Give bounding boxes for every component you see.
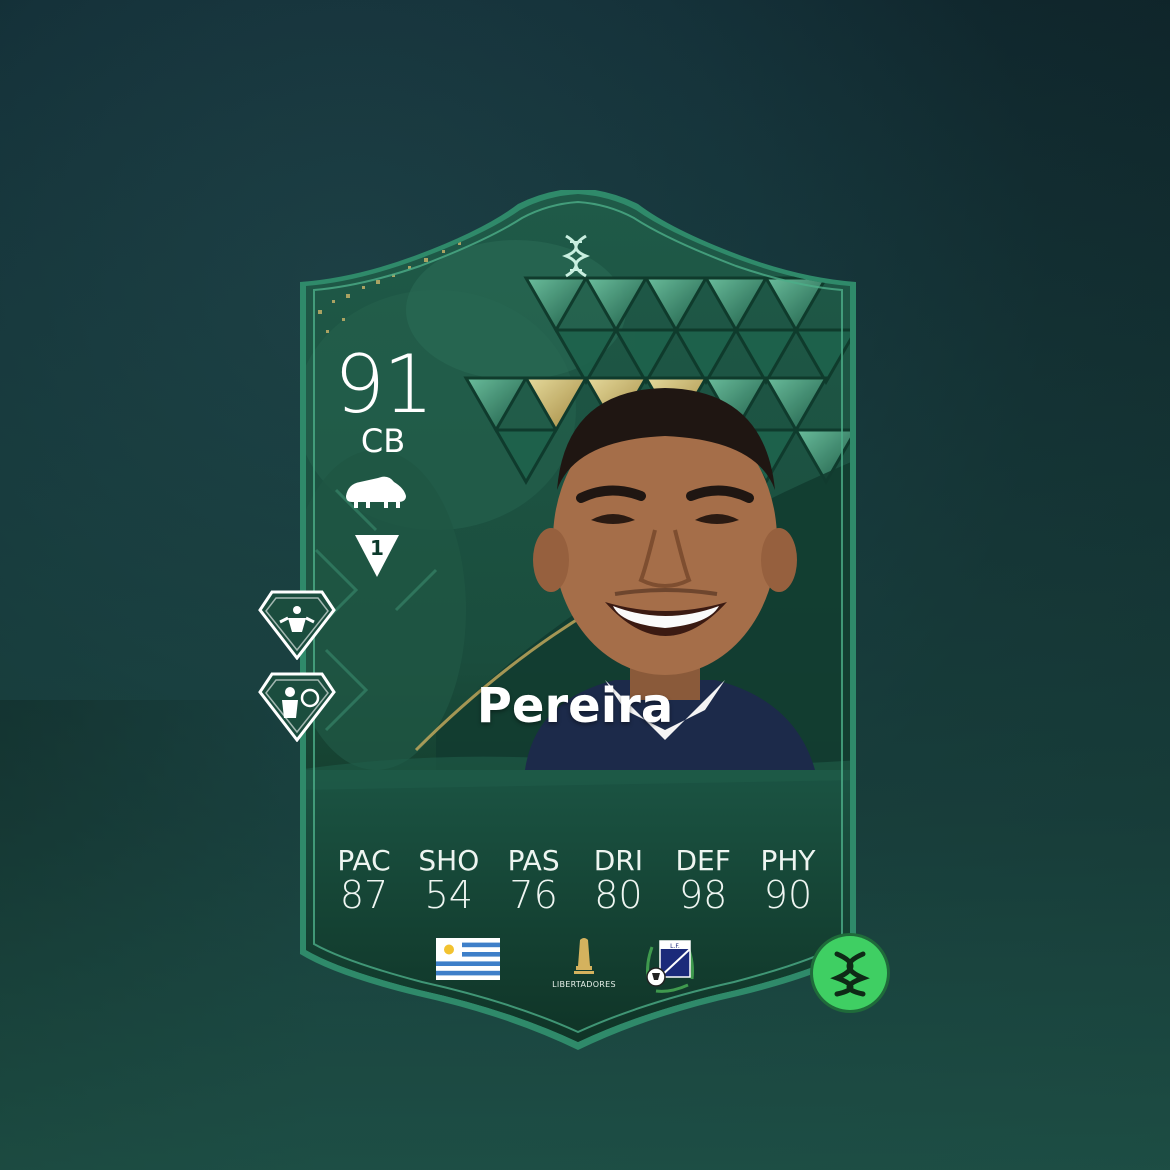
background-shade bbox=[0, 700, 320, 1170]
stat-label: SHO bbox=[418, 844, 480, 877]
playstyle-intercept-icon[interactable] bbox=[258, 588, 336, 660]
league-logo-text: LIBERTADORES bbox=[552, 980, 616, 989]
player-name: Pereira bbox=[476, 678, 674, 734]
svg-text:L.F.: L.F. bbox=[670, 943, 680, 950]
stat-pac: PAC 87 bbox=[322, 846, 406, 917]
stat-value: 90 bbox=[763, 873, 813, 918]
stat-dri: DRI 80 bbox=[576, 846, 660, 917]
evolution-button[interactable] bbox=[809, 932, 891, 1014]
stat-label: PAS bbox=[507, 844, 560, 877]
league-trophy-icon bbox=[574, 938, 594, 974]
dna-icon bbox=[562, 234, 590, 278]
stat-value: 87 bbox=[339, 873, 389, 918]
stat-phy: PHY 90 bbox=[746, 846, 830, 917]
skill-badge-number: 1 bbox=[370, 536, 384, 560]
stat-value: 80 bbox=[594, 873, 643, 918]
stat-label: DEF bbox=[675, 844, 731, 877]
stat-value: 76 bbox=[509, 873, 558, 918]
stat-label: PHY bbox=[760, 844, 816, 877]
player-position: CB bbox=[360, 422, 406, 460]
stat-label: DRI bbox=[593, 844, 644, 877]
stat-label: PAC bbox=[337, 844, 391, 877]
boot-icon bbox=[346, 476, 406, 508]
stat-value: 54 bbox=[424, 873, 473, 918]
stat-def: DEF 98 bbox=[661, 846, 745, 917]
stat-value: 98 bbox=[679, 873, 728, 918]
stat-pas: PAS 76 bbox=[492, 846, 576, 917]
uruguay-flag bbox=[436, 938, 500, 980]
stats-row: PAC 87 SHO 54 PAS 76 DRI 80 DEF 98 PHY 9… bbox=[322, 846, 830, 917]
stat-sho: SHO 54 bbox=[407, 846, 491, 917]
player-rating: 91 bbox=[334, 338, 434, 431]
playstyle-block-icon[interactable] bbox=[258, 670, 336, 742]
club-crest-icon: L.F. bbox=[646, 940, 694, 993]
